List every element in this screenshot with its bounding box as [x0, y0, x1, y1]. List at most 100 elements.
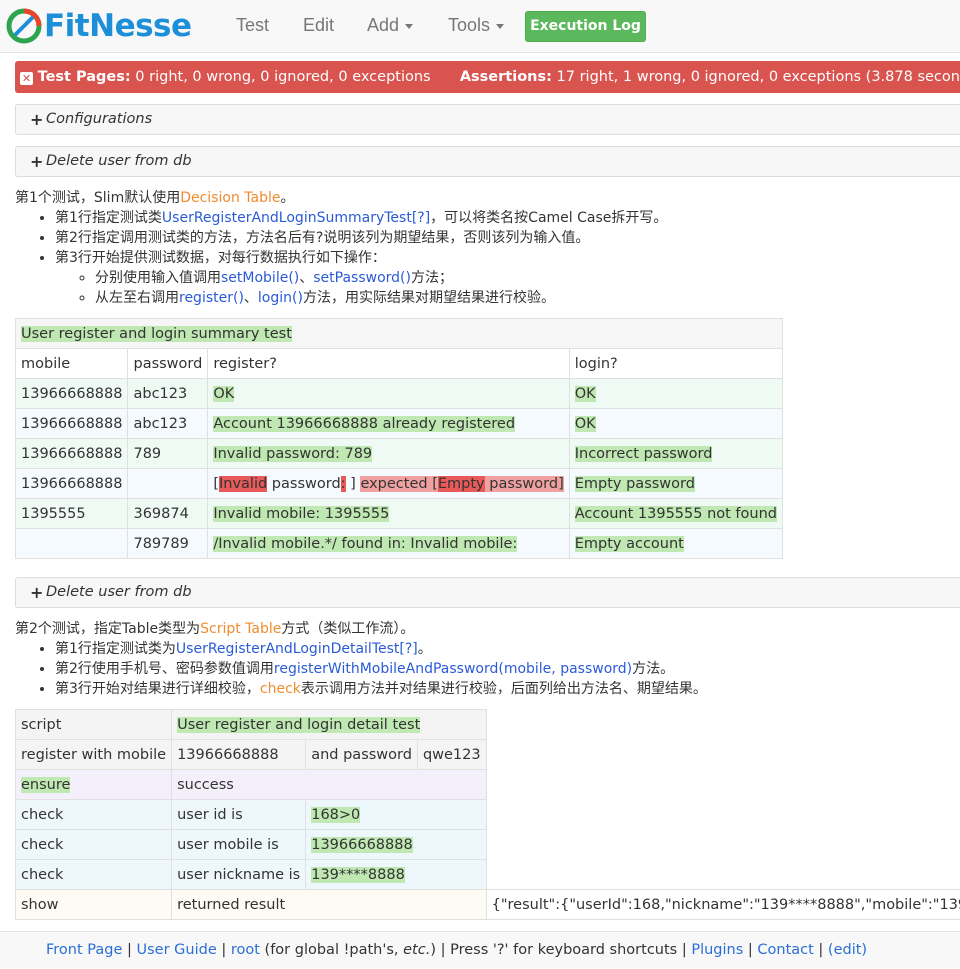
- footer-separator: |: [682, 942, 687, 958]
- pass-value: OK: [575, 386, 596, 402]
- assertions-value: 17 right, 1 wrong, 0 ignored, 0 exceptio…: [557, 69, 960, 85]
- table-row: show returned result {"result":{"userId"…: [16, 890, 960, 920]
- user-guide-link[interactable]: User Guide: [137, 942, 217, 958]
- desc1-sub-1: 分别使用输入值调用setMobile()、setPassword()方法；: [95, 268, 667, 288]
- nav-edit[interactable]: Edit: [303, 15, 334, 36]
- table2-cell: user nickname is: [172, 860, 306, 890]
- footer: Front Page | User Guide | root (for glob…: [0, 931, 960, 968]
- plus-icon: +: [30, 578, 43, 607]
- table1-cell: 13966668888: [16, 409, 128, 439]
- delete-user-section[interactable]: + Delete user from db: [15, 146, 960, 177]
- edit-footer-link[interactable]: (edit): [828, 942, 867, 958]
- desc1-bullet-2: 第2行指定调用测试类的方法，方法名后有?说明该列为期望结果，否则该列为输入值。: [55, 228, 667, 248]
- nav-tools[interactable]: Tools: [448, 15, 504, 36]
- fail-word: password: [267, 476, 340, 492]
- delete-user-section-2[interactable]: + Delete user from db: [15, 577, 960, 608]
- script-table-link[interactable]: Script Table: [200, 621, 281, 637]
- desc2-bullet-3: 第3行开始对结果进行详细校验，check表示调用方法并对结果进行校验，后面列给出…: [55, 679, 707, 699]
- pass-value: Empty password: [575, 476, 695, 492]
- detail-test-help-link[interactable]: [?]: [399, 641, 417, 657]
- desc1-s2-text: 从左至右调用: [95, 290, 179, 306]
- pass-value: Account 13966668888 already registered: [213, 416, 515, 432]
- table1-cell: 13966668888: [16, 439, 128, 469]
- register-method: register(): [179, 290, 244, 306]
- plus-icon: +: [30, 147, 43, 176]
- test-summary-bar: ✕ Test Pages: 0 right, 0 wrong, 0 ignore…: [15, 61, 960, 93]
- table2-cell: returned result: [172, 890, 487, 920]
- table1-cell: OK: [569, 409, 782, 439]
- summary-decision-table: User register and login summary test mob…: [15, 318, 783, 559]
- desc2-b3-end: 表示调用方法并对结果进行校验，后面列给出方法名、期望结果。: [301, 681, 707, 697]
- pass-value: Empty account: [575, 536, 684, 552]
- nav-tools-label: Tools: [448, 15, 490, 35]
- table1-header-password: password: [128, 349, 208, 379]
- table1-cell: 13966668888: [16, 379, 128, 409]
- table2-cell: script: [16, 710, 172, 740]
- contact-link[interactable]: Contact: [757, 942, 813, 958]
- detail-test-class-link[interactable]: UserRegisterAndLoginDetailTest: [176, 641, 399, 657]
- desc2-b3-text: 第3行开始对结果进行详细校验，: [55, 681, 260, 697]
- pass-value: 13966668888: [311, 837, 412, 853]
- pass-value: ensure: [21, 777, 70, 793]
- table-row: 1395555 369874 Invalid mobile: 1395555 A…: [16, 499, 783, 529]
- check-keyword: check: [260, 681, 301, 697]
- desc2-b1-end: 。: [418, 641, 432, 657]
- desc2-intro: 第2个测试，指定Table类型为Script Table方式（类似工作流）。: [15, 619, 707, 639]
- desc1-s2-end: 方法，用实际结果对期望结果进行校验。: [303, 290, 555, 306]
- set-mobile-method: setMobile(): [221, 270, 299, 286]
- table2-cell: 139****8888: [306, 860, 486, 890]
- table2-cell: success: [172, 770, 487, 800]
- table1-fail-cell: [Invalid password: ] expected [Empty pas…: [208, 469, 569, 499]
- nav-add[interactable]: Add: [367, 15, 413, 36]
- expected-value: expected [Empty password]: [360, 476, 563, 492]
- footer-separator: |: [127, 942, 132, 958]
- pass-value: /Invalid mobile.*/ found in: Invalid mob…: [213, 536, 517, 552]
- front-page-link[interactable]: Front Page: [46, 942, 122, 958]
- table2-empty: [486, 770, 960, 800]
- table1-cell: 789: [128, 439, 208, 469]
- decision-table-link[interactable]: Decision Table: [180, 190, 280, 206]
- pass-value: Invalid mobile: 1395555: [213, 506, 389, 522]
- footer-separator: |: [748, 942, 753, 958]
- expected-word: Empty: [438, 476, 485, 492]
- desc2-b2-text: 第2行使用手机号、密码参数值调用: [55, 661, 274, 677]
- table-row: 13966668888 789 Invalid password: 789 In…: [16, 439, 783, 469]
- table2-cell: check: [16, 830, 172, 860]
- table2-empty: [486, 800, 960, 830]
- table1-cell: [128, 469, 208, 499]
- root-link[interactable]: root: [231, 942, 260, 958]
- summary-test-class-link[interactable]: UserRegisterAndLoginSummaryTest: [162, 210, 412, 226]
- table-row: check user nickname is 139****8888: [16, 860, 960, 890]
- desc1-intro-text: 第1个测试，Slim默认使用: [15, 190, 180, 206]
- table2-empty: [486, 740, 960, 770]
- desc2-bullet-1: 第1行指定测试类为UserRegisterAndLoginDetailTest[…: [55, 639, 707, 659]
- configurations-title: Configurations: [46, 111, 152, 127]
- configurations-section[interactable]: + Configurations: [15, 104, 960, 135]
- returned-result-value: {"result":{"userId":168,"nickname":"139*…: [486, 890, 960, 920]
- plus-icon: +: [30, 105, 43, 134]
- table-row: script User register and login detail te…: [16, 710, 960, 740]
- table1-cell: [16, 529, 128, 559]
- table-row: 13966668888 abc123 OK OK: [16, 379, 783, 409]
- summary-test-help-link[interactable]: [?]: [412, 210, 430, 226]
- nav-test[interactable]: Test: [236, 15, 269, 36]
- table-row: ensure success: [16, 770, 960, 800]
- footer-separator: |: [221, 942, 226, 958]
- table2-cell: qwe123: [417, 740, 486, 770]
- table1-cell: Incorrect password: [569, 439, 782, 469]
- table-row: check user mobile is 13966668888: [16, 830, 960, 860]
- pass-value: 168>0: [311, 807, 360, 823]
- desc2-bullet-2: 第2行使用手机号、密码参数值调用registerWithMobileAndPas…: [55, 659, 707, 679]
- table2-cell: check: [16, 860, 172, 890]
- fitnesse-logo[interactable]: FitNesse: [6, 6, 192, 46]
- desc1-sub-2: 从左至右调用register()、login()方法，用实际结果对期望结果进行校…: [95, 288, 667, 308]
- pass-value: OK: [575, 416, 596, 432]
- table2-empty: [486, 860, 960, 890]
- desc1-b1-end: ，可以将类名按Camel Case拆开写。: [430, 210, 667, 226]
- fail-word: Invalid: [219, 476, 267, 492]
- x-icon: ✕: [20, 72, 33, 85]
- table2-cell: user id is: [172, 800, 306, 830]
- desc1-b3-text: 第3行开始提供测试数据，对每行数据执行如下操作：: [55, 250, 386, 266]
- plugins-link[interactable]: Plugins: [691, 942, 743, 958]
- execution-log-button[interactable]: Execution Log: [525, 11, 646, 42]
